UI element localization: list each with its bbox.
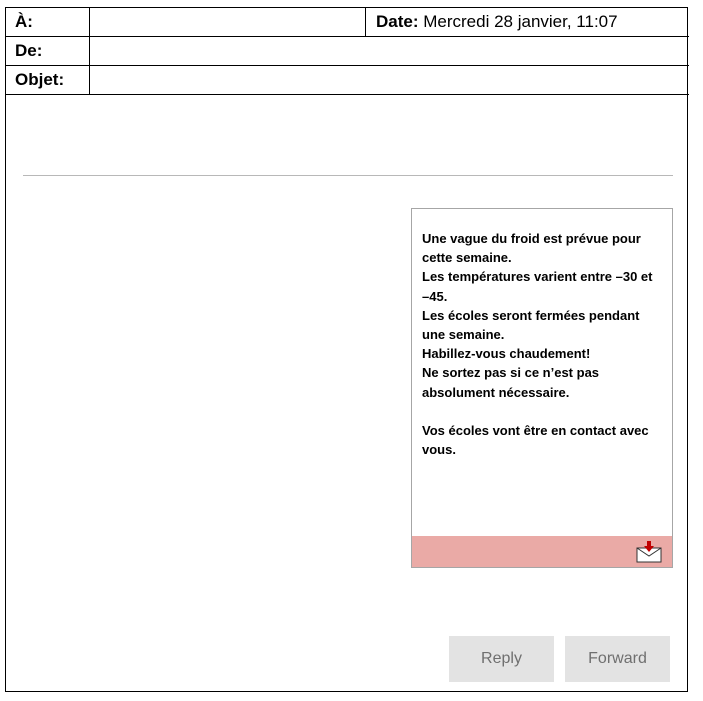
subject-field[interactable] — [90, 66, 98, 94]
to-field[interactable] — [90, 8, 98, 36]
body-separator — [23, 175, 673, 176]
to-row: À: Date: Mercredi 28 janvier, 11:07 — [6, 8, 689, 37]
message-footer — [412, 536, 672, 567]
reply-button[interactable]: Reply — [449, 636, 554, 682]
date-label: Date: — [376, 12, 419, 31]
message-line: Habillez-vous chaudement! — [422, 346, 591, 362]
from-label: De: — [6, 37, 90, 65]
message-line: Ne sortez pas si ce n’est pas absolument… — [422, 365, 600, 400]
from-field[interactable] — [90, 37, 98, 65]
message-line: Les écoles seront fermées pendant une se… — [422, 307, 640, 343]
message-body: Une vague du froid est prévue pour cette… — [422, 229, 662, 459]
email-window: À: Date: Mercredi 28 janvier, 11:07 De: … — [5, 7, 689, 692]
date-value: Mercredi 28 janvier, 11:07 — [418, 12, 618, 31]
from-row: De: — [6, 37, 689, 66]
subject-label: Objet: — [6, 66, 90, 94]
message-line: Vos écoles vont être en contact avec vou… — [422, 423, 649, 458]
forward-button[interactable]: Forward — [565, 636, 670, 682]
subject-row: Objet: — [6, 66, 689, 95]
message-line: Une vague du froid est prévue pour cette… — [422, 231, 641, 266]
message-card: Une vague du froid est prévue pour cette… — [411, 208, 673, 568]
to-label: À: — [6, 8, 90, 36]
message-line: Les températures varient entre –30 et –4… — [422, 269, 653, 304]
mail-download-icon[interactable] — [636, 541, 662, 563]
date-cell: Date: Mercredi 28 janvier, 11:07 — [365, 8, 689, 36]
